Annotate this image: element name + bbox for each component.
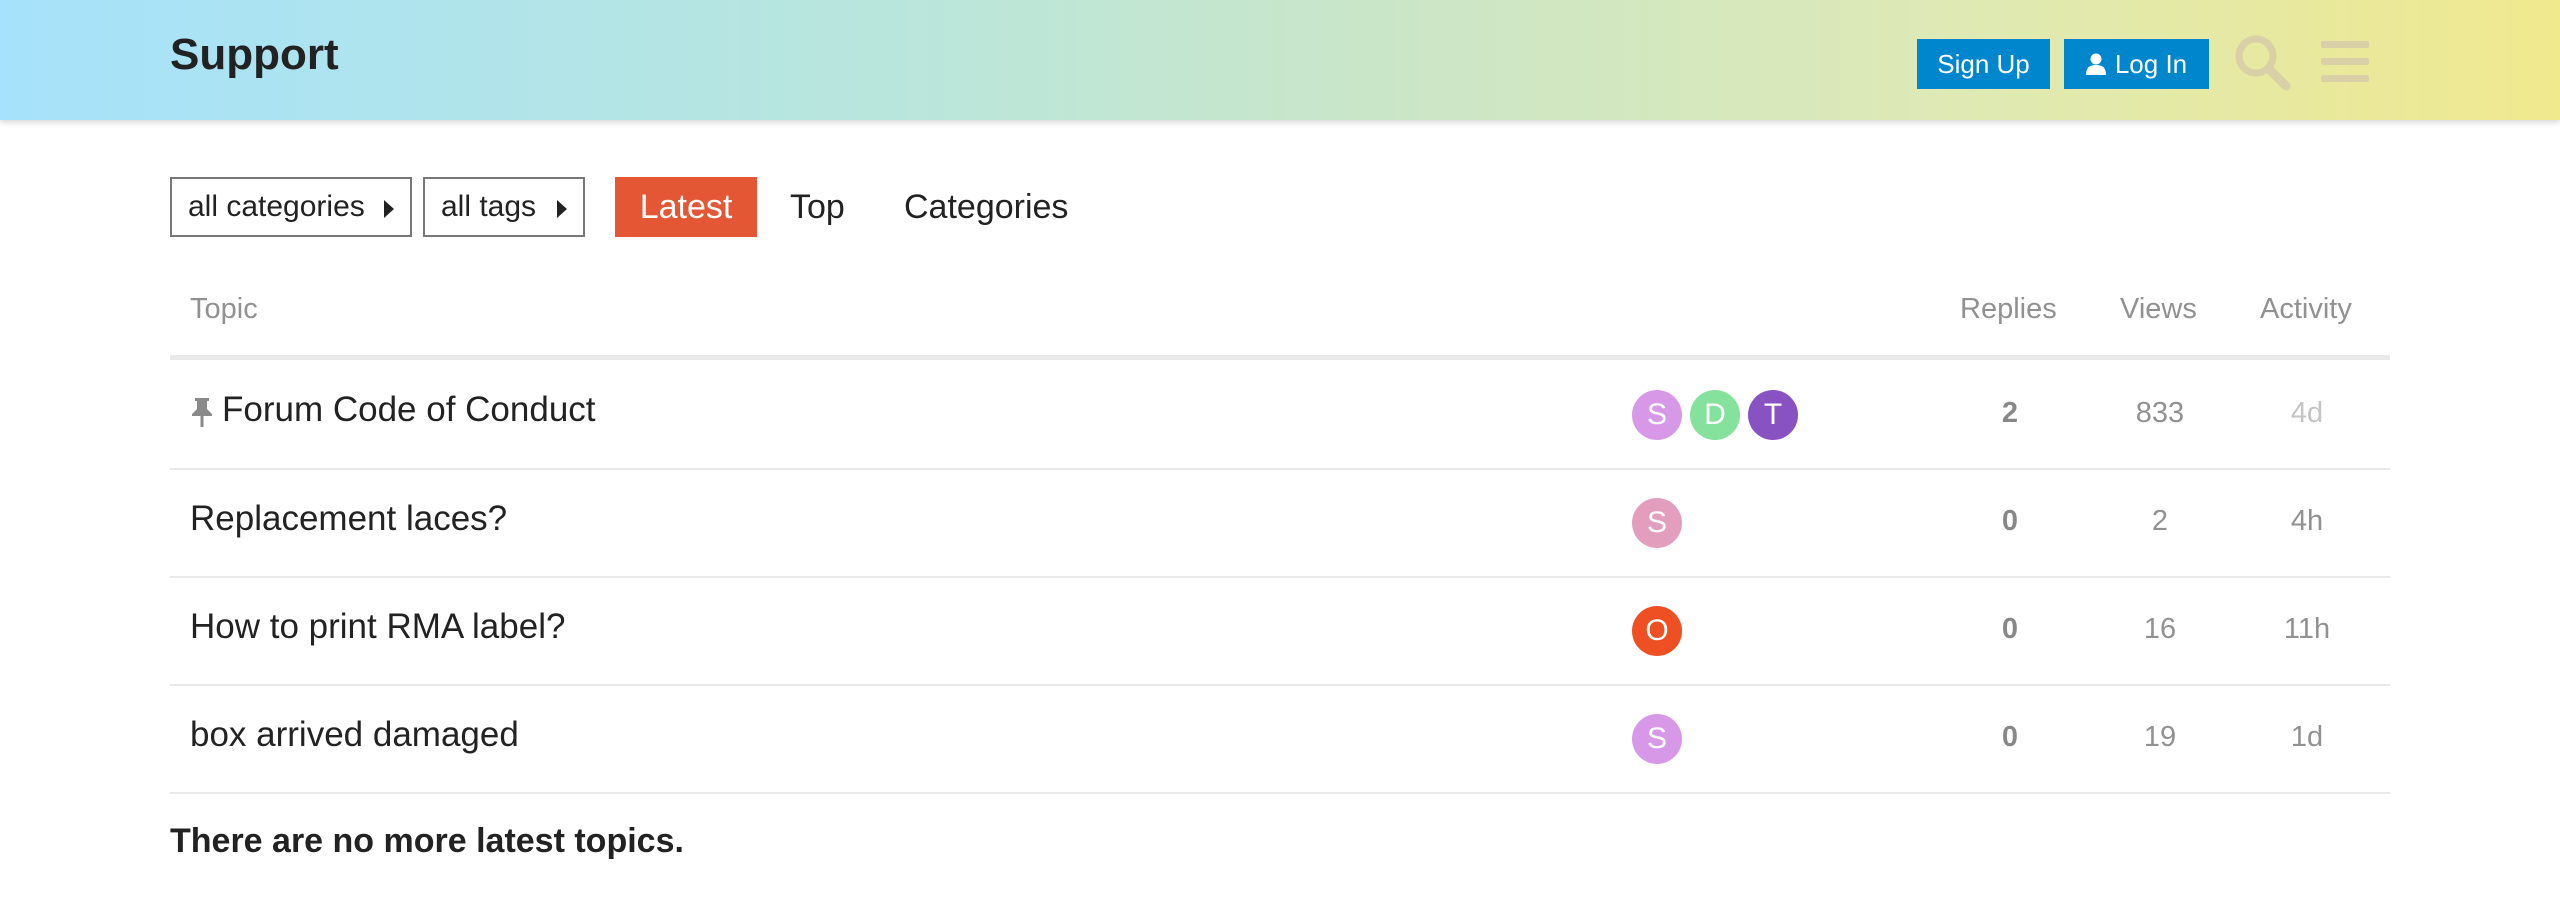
replies-count: 0 xyxy=(2001,505,2019,537)
activity-time[interactable]: 4d xyxy=(2247,397,2367,430)
activity-time[interactable]: 11h xyxy=(2247,613,2367,646)
avatar[interactable]: S xyxy=(1632,498,1682,548)
column-header-activity[interactable]: Activity xyxy=(2260,293,2352,326)
avatar[interactable]: S xyxy=(1632,714,1682,764)
avatar[interactable]: D xyxy=(1690,390,1740,440)
site-title[interactable]: Support xyxy=(170,30,339,80)
sign-up-button[interactable]: Sign Up xyxy=(1917,39,2050,89)
column-header-views[interactable]: Views xyxy=(2120,293,2197,326)
views-count: 833 xyxy=(2135,397,2185,429)
tags-dropdown[interactable]: all tags xyxy=(423,177,585,237)
avatar[interactable]: O xyxy=(1632,606,1682,656)
activity-time[interactable]: 1d xyxy=(2247,721,2367,754)
replies-count: 2 xyxy=(2001,397,2019,429)
table-header-divider xyxy=(170,355,2390,360)
tab-latest[interactable]: Latest xyxy=(615,177,757,237)
column-header-topic: Topic xyxy=(190,293,258,325)
views-count: 16 xyxy=(2143,613,2177,645)
activity-time[interactable]: 4h xyxy=(2247,505,2367,538)
column-header-replies[interactable]: Replies xyxy=(1960,293,2057,326)
views-count: 19 xyxy=(2143,721,2177,753)
topic-title-link[interactable]: Replacement laces? xyxy=(190,499,507,539)
avatar[interactable]: S xyxy=(1632,390,1682,440)
site-header: Support Sign Up Log In xyxy=(0,0,2560,120)
category-dropdown[interactable]: all categories xyxy=(170,177,412,237)
topic-title-link[interactable]: How to print RMA label? xyxy=(190,607,565,647)
sign-up-label: Sign Up xyxy=(1937,48,2030,79)
no-more-topics-message: There are no more latest topics. xyxy=(170,822,684,860)
views-count: 2 xyxy=(2151,505,2169,537)
tab-top[interactable]: Top xyxy=(790,177,845,237)
topic-title-link[interactable]: Forum Code of Conduct xyxy=(222,390,596,430)
replies-count: 0 xyxy=(2001,613,2019,645)
tags-dropdown-label: all tags xyxy=(441,190,537,223)
log-in-button[interactable]: Log In xyxy=(2064,39,2209,89)
caret-right-icon xyxy=(384,200,394,218)
row-divider xyxy=(170,576,2390,578)
log-in-label: Log In xyxy=(2114,48,2188,79)
search-icon[interactable] xyxy=(2232,32,2292,92)
category-dropdown-label: all categories xyxy=(188,190,365,223)
topic-title-link[interactable]: box arrived damaged xyxy=(190,715,519,755)
hamburger-menu-icon[interactable] xyxy=(2320,38,2370,86)
avatar[interactable]: T xyxy=(1748,390,1798,440)
caret-right-icon xyxy=(557,200,567,218)
row-divider xyxy=(170,792,2390,794)
tab-categories[interactable]: Categories xyxy=(904,177,1068,237)
pin-icon xyxy=(192,398,212,427)
replies-count: 0 xyxy=(2001,721,2019,753)
row-divider xyxy=(170,468,2390,470)
user-icon xyxy=(2085,53,2106,75)
row-divider xyxy=(170,684,2390,686)
